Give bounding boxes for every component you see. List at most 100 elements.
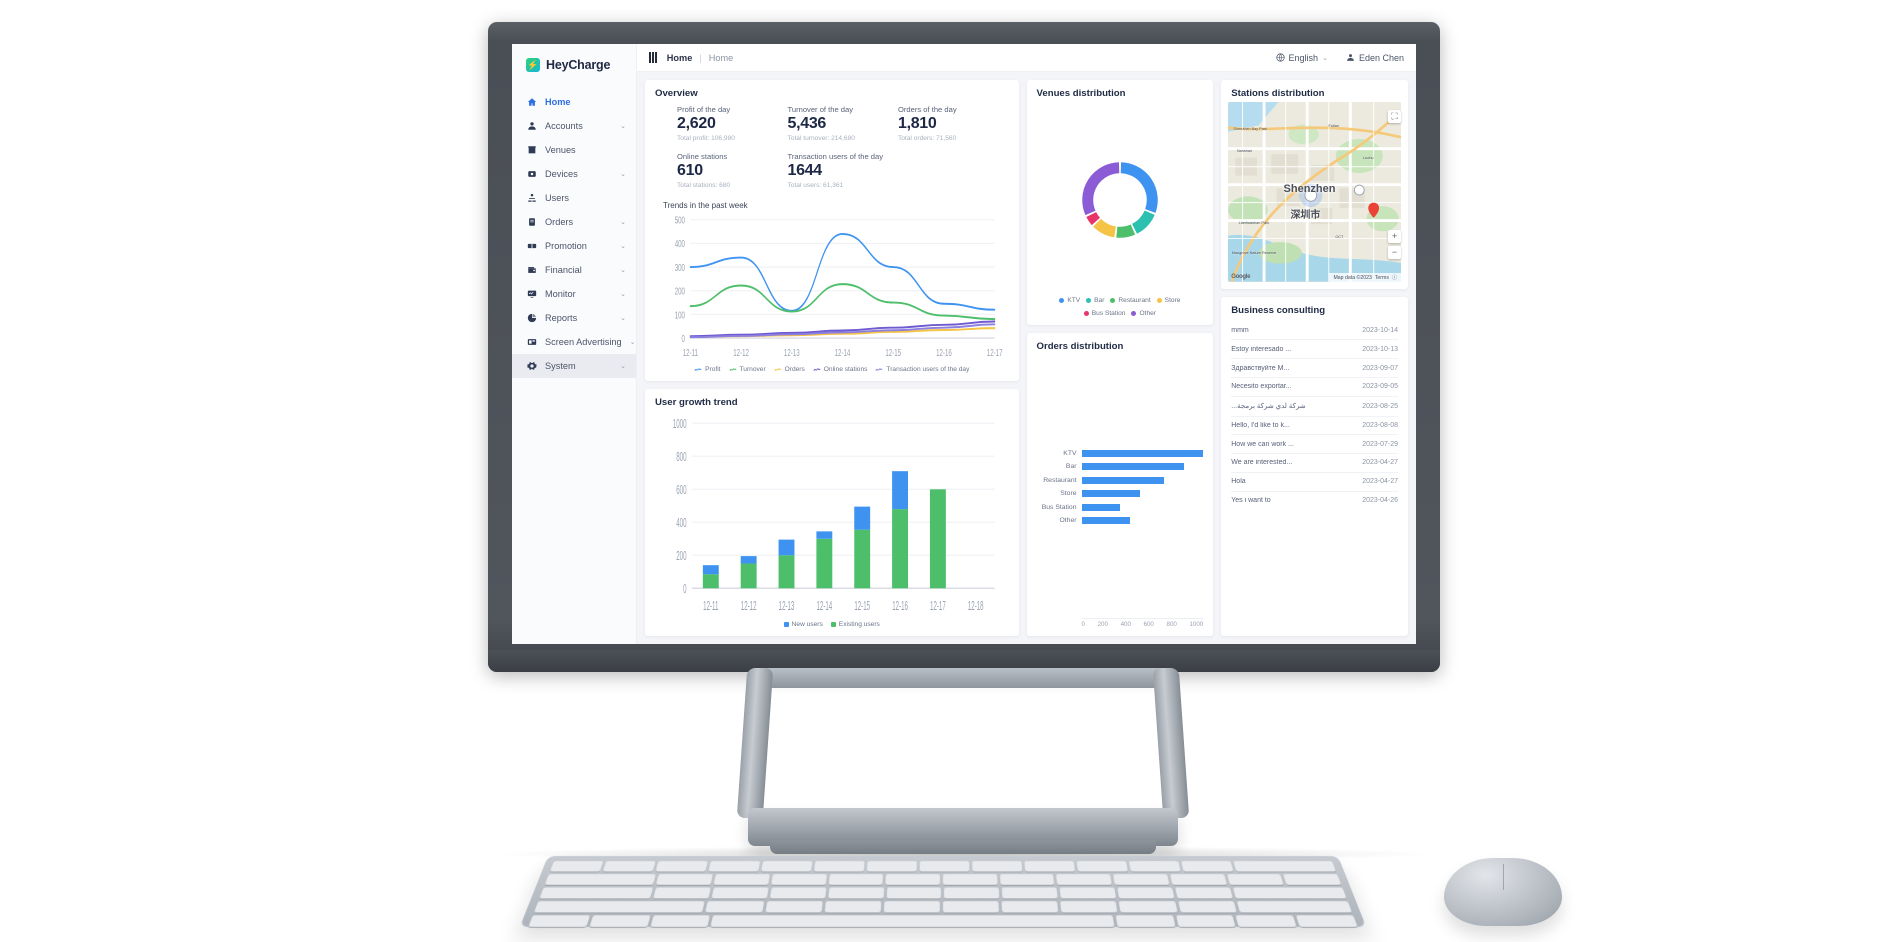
stat-profit: Profit of the day 2,620 Total profit: 10… [677,105,787,142]
user-menu[interactable]: Eden Chen [1346,53,1404,63]
legend-item[interactable]: Existing users [830,621,880,628]
legend-item[interactable]: New users [783,621,823,628]
stat-value: 2,620 [677,115,716,132]
sidebar-item-venues[interactable]: Venues [512,138,636,162]
wave-icon [774,368,782,371]
consulting-row[interactable]: Necesito exportar... 2023-09-05 [1231,378,1398,397]
venues-legend: KTV Bar Restaurant Store Bus Station Other [1037,297,1204,317]
legend-item[interactable]: Profit [694,366,721,373]
legend-item[interactable]: Bus Station [1083,310,1125,317]
consulting-row[interactable]: Estoy interesado ... 2023-10-13 [1231,340,1398,360]
orders-axis-tick: 400 [1120,621,1131,628]
stations-title: Stations distribution [1231,88,1325,99]
chevron-down-icon: ⌄ [620,363,626,370]
hamburger-icon[interactable] [649,52,657,63]
sidebar-item-accounts[interactable]: Accounts ⌄ [512,114,636,138]
consulting-row[interactable]: How we can work ... 2023-07-29 [1231,435,1398,455]
legend-item[interactable]: Other [1131,310,1156,317]
legend-item[interactable]: Bar [1086,297,1104,304]
consulting-text: We are interested... [1231,459,1293,467]
consulting-row[interactable]: Hola 2023-04-27 [1231,473,1398,492]
consulting-row[interactable]: Hello, I'd like to k... 2023-08-08 [1231,417,1398,436]
sidebar-item-system[interactable]: System ⌄ [512,354,636,378]
svg-text:400: 400 [675,237,685,249]
sidebar-item-label: Promotion [545,241,587,251]
legend-item[interactable]: Restaurant [1110,297,1151,304]
business-consulting-card: Business consulting mmm 2023-10-14 Estoy i… [1221,296,1408,636]
legend-swatch [783,622,789,627]
monitor-screen: HeyCharge Home Accounts ⌄ Venues [512,44,1416,644]
svg-text:200: 200 [676,549,687,563]
svg-text:12-16: 12-16 [936,346,952,358]
stat-sub: Total orders: 71,560 [897,134,957,142]
breadcrumb: Home | Home [667,53,733,63]
sidebar-item-label: System [545,361,576,371]
svg-text:12-15: 12-15 [854,600,870,614]
legend-swatch [1086,298,1092,304]
legend-item[interactable]: Online stations [813,366,867,373]
chevron-down-icon: ⌄ [620,243,626,250]
chevron-down-icon: ⌄ [620,267,626,274]
consulting-text: Estoy interesado ... [1231,345,1292,353]
svg-text:12-14: 12-14 [817,600,833,614]
orders-axis-tick: 800 [1166,621,1177,628]
orders-bar-row: Other [1037,517,1204,525]
sidebar-item-label: Reports [545,313,578,323]
svg-text:12-16: 12-16 [892,600,908,614]
orders-bar-row: Bar [1037,463,1204,471]
sidebar-item-devices[interactable]: Devices ⌄ [512,162,636,186]
user-growth-chart: 0 200 400 600 800 1000 12-11 12-12 12-13 12-14 12-… [655,414,1009,619]
consulting-text: Yes i want to [1231,497,1271,505]
consulting-row[interactable]: We are interested... 2023-04-27 [1231,454,1398,473]
consulting-text: ...شركة لدي شركة برمجة [1231,403,1306,411]
consulting-date: 2023-04-27 [1362,478,1398,486]
main-area: Home | Home English ⌄ Eden Chen Overview… [637,44,1416,644]
stat-value: 1644 [787,161,822,179]
map-attribution: Map data ©2023 Terms ⓘ [1329,272,1401,282]
map-canvas[interactable]: Shenzhen 深圳市 Shenzhen Bay Park Nanshan F… [1228,102,1401,282]
breadcrumb-root[interactable]: Home [667,53,693,63]
sidebar-item-monitor[interactable]: Monitor ⌄ [512,282,636,306]
sidebar-item-reports[interactable]: Reports ⌄ [512,306,636,330]
sidebar-item-label: Devices [545,169,578,179]
breadcrumb-current: Home [708,52,734,63]
legend-item[interactable]: Turnover [728,366,766,373]
legend-item[interactable]: KTV [1059,297,1080,304]
orders-bar-fill [1081,476,1165,484]
consulting-date: 2023-09-05 [1362,383,1398,391]
consulting-row[interactable]: Здравствуйте M... 2023-09-07 [1231,359,1398,378]
map-zoom-out-button[interactable]: − [1388,245,1401,259]
consulting-text: Здравствуйте M... [1231,364,1290,372]
stat-label: Turnover of the day [787,105,854,114]
map-fullscreen-button[interactable]: ⛶ [1388,110,1401,123]
orders-bar-label: Other [1059,517,1077,525]
orders-bar-track [1081,449,1204,457]
map-zoom-in-button[interactable]: + [1388,229,1401,243]
legend-item[interactable]: Transaction users of the day [875,366,969,373]
sidebar-item-users[interactable]: Users [512,186,636,210]
chevron-down-icon: ⌄ [620,171,626,178]
sidebar-item-screen-advertising[interactable]: Screen Advertising ⌄ [512,330,636,354]
sidebar-item-orders[interactable]: Orders ⌄ [512,210,636,234]
chevron-down-icon: ⌄ [620,315,626,322]
brand[interactable]: HeyCharge [512,44,636,86]
svg-text:12-15: 12-15 [885,346,901,358]
legend-item[interactable]: Store [1156,297,1180,304]
orders-bar-row: Restaurant [1037,476,1204,484]
language-selector[interactable]: English ⌄ [1275,53,1328,63]
user-growth-title: User growth trend [655,396,738,408]
consulting-row[interactable]: Yes i want to 2023-04-26 [1231,492,1398,510]
legend-item[interactable]: Orders [774,366,805,373]
sidebar-item-label: Users [545,193,569,203]
consulting-text: How we can work ... [1231,440,1294,448]
sidebar-item-home[interactable]: Home [512,90,636,114]
sidebar-item-label: Financial [545,265,582,275]
orders-bar-fill [1081,463,1184,471]
sidebar-item-financial[interactable]: Financial ⌄ [512,258,636,282]
sidebar-item-promotion[interactable]: Promotion ⌄ [512,234,636,258]
stat-orders: Orders of the day 1,810 Total orders: 71… [898,105,1008,142]
consulting-row[interactable]: ...شركة لدي شركة برمجة 2023-08-25 [1231,397,1398,417]
sidebar-item-label: Orders [545,217,574,227]
venues-title: Venues distribution [1036,88,1126,99]
consulting-row[interactable]: mmm 2023-10-14 [1231,322,1398,341]
